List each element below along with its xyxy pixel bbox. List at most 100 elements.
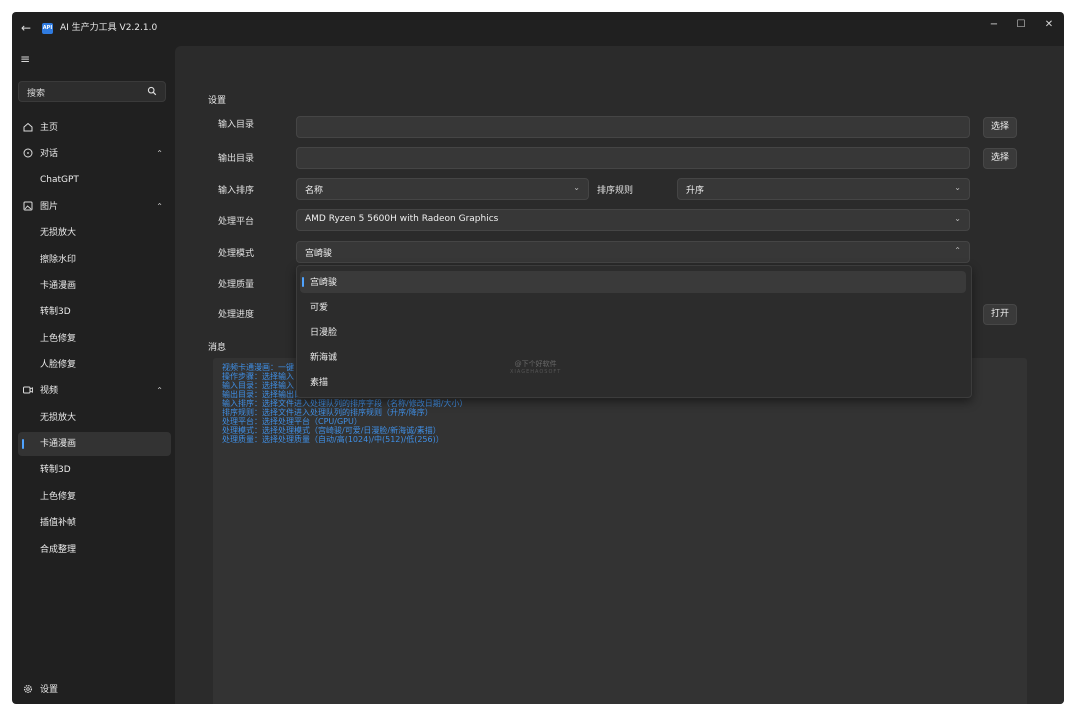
chevron-down-icon: ⌄ — [954, 183, 961, 192]
sidebar-item-label: 擦除水印 — [40, 255, 77, 265]
chevron-up-icon: ⌃ — [156, 149, 163, 158]
sidebar-item-image-colorize[interactable]: 上色修复 — [18, 327, 171, 351]
mode-dropdown-list: 宫崎骏 可爱 日漫脸 新海诚 素描 — [296, 265, 972, 398]
sidebar-item-image-watermark[interactable]: 擦除水印 — [18, 248, 171, 272]
sidebar-item-video-compose[interactable]: 合成整理 — [18, 538, 171, 562]
chevron-down-icon: ⌄ — [954, 214, 961, 223]
app-window: ← API AI 生产力工具 V2.2.1.0 − ☐ ✕ ≡ 搜索 主页 对话… — [12, 12, 1064, 704]
watermark-line: XIAGEHAOSOFT — [510, 369, 562, 375]
sidebar-group-video[interactable]: 视频 ⌃ — [18, 379, 171, 403]
sidebar-item-label: 插值补帧 — [40, 518, 77, 528]
sidebar-group-image[interactable]: 图片 ⌃ — [18, 195, 171, 219]
sidebar-item-label: 转制3D — [40, 465, 71, 475]
input-dir-label: 输入目录 — [218, 120, 255, 130]
home-icon — [23, 122, 33, 132]
quality-label: 处理质量 — [218, 280, 255, 290]
sidebar-group-label: 视频 — [40, 386, 59, 396]
search-input[interactable]: 搜索 — [18, 81, 166, 102]
input-dir-select-button[interactable]: 选择 — [983, 117, 1017, 138]
progress-label: 处理进度 — [218, 310, 255, 320]
mode-label: 处理模式 — [218, 249, 255, 259]
sidebar-item-video-cartoon[interactable]: 卡通漫画 — [18, 432, 171, 456]
sidebar-item-video-colorize[interactable]: 上色修复 — [18, 485, 171, 509]
sidebar-item-chatgpt[interactable]: ChatGPT — [18, 168, 171, 192]
message-line: 视频卡通漫画：一键 — [222, 363, 294, 372]
mode-value: 宫崎骏 — [305, 249, 333, 259]
platform-select[interactable]: AMD Ryzen 5 5600H with Radeon Graphics ⌄ — [296, 209, 970, 231]
sidebar-item-image-3d[interactable]: 转制3D — [18, 300, 171, 324]
sidebar-group-chat[interactable]: 对话 ⌃ — [18, 142, 171, 166]
input-sort-value: 名称 — [305, 186, 324, 196]
watermark-line: @下个好软件 — [514, 360, 557, 368]
output-dir-select-button[interactable]: 选择 — [983, 148, 1017, 169]
mode-option[interactable]: 可爱 — [300, 296, 966, 318]
sidebar-item-label: 上色修复 — [40, 334, 77, 344]
sort-rule-value: 升序 — [686, 186, 705, 196]
message-line: 处理平台：选择处理平台（CPU/GPU） — [222, 417, 362, 426]
sidebar-item-image-face[interactable]: 人脸修复 — [18, 353, 171, 377]
sidebar-item-video-upscale[interactable]: 无损放大 — [18, 406, 171, 430]
chat-icon — [23, 148, 33, 158]
mode-option[interactable]: 宫崎骏 — [300, 271, 966, 293]
sidebar-item-label: 卡通漫画 — [40, 281, 77, 291]
message-line: 操作步骤：选择输入 — [222, 372, 294, 381]
chevron-up-icon: ⌃ — [156, 202, 163, 211]
message-log: 视频卡通漫画：一键 操作步骤：选择输入 输入目录：选择输入 输出目录：选择输出目… — [213, 358, 1027, 704]
open-button[interactable]: 打开 — [983, 304, 1017, 325]
mode-option-label: 日漫脸 — [310, 328, 338, 338]
sidebar-item-video-3d[interactable]: 转制3D — [18, 458, 171, 482]
mode-select[interactable]: 宫崎骏 ⌃ — [296, 241, 970, 263]
messages-section-title: 消息 — [208, 343, 227, 353]
mode-option-label: 可爱 — [310, 303, 329, 313]
sidebar-item-label: 上色修复 — [40, 492, 77, 502]
input-sort-label: 输入排序 — [218, 186, 255, 196]
maximize-button[interactable]: ☐ — [1013, 17, 1029, 33]
input-dir-field[interactable] — [296, 116, 970, 138]
main-content: 设置 输入目录 选择 输出目录 选择 输入排序 名称 ⌄ 排序规则 升序 ⌄ 处… — [175, 46, 1064, 704]
sidebar-item-video-interpolate[interactable]: 插值补帧 — [18, 511, 171, 535]
sidebar-item-home[interactable]: 主页 — [18, 116, 171, 140]
watermark: @下个好软件 XIAGEHAOSOFT — [510, 360, 561, 376]
sidebar-item-label: 无损放大 — [40, 413, 77, 423]
close-button[interactable]: ✕ — [1041, 17, 1057, 33]
mode-option-label: 新海诚 — [310, 353, 338, 363]
minimize-button[interactable]: − — [986, 17, 1002, 33]
mode-option[interactable]: 日漫脸 — [300, 321, 966, 343]
output-dir-label: 输出目录 — [218, 154, 255, 164]
settings-section-title: 设置 — [208, 96, 227, 106]
hamburger-menu-icon[interactable]: ≡ — [20, 52, 30, 66]
output-dir-field[interactable] — [296, 147, 970, 169]
chevron-down-icon: ⌄ — [573, 183, 580, 192]
message-line: 输入目录：选择输入 — [222, 381, 294, 390]
search-icon — [147, 86, 157, 96]
mode-option[interactable]: 素描 — [300, 371, 966, 393]
search-placeholder: 搜索 — [27, 89, 46, 99]
platform-label: 处理平台 — [218, 217, 255, 227]
image-icon — [23, 201, 33, 211]
sort-rule-label: 排序规则 — [597, 186, 634, 196]
sidebar-item-image-upscale[interactable]: 无损放大 — [18, 221, 171, 245]
sidebar-item-image-cartoon[interactable]: 卡通漫画 — [18, 274, 171, 298]
chevron-up-icon: ⌃ — [954, 246, 961, 255]
message-line: 处理质量：选择处理质量（自动/高(1024)/中(512)/低(256)） — [222, 435, 444, 444]
mode-option-label: 素描 — [310, 378, 329, 388]
sort-rule-select[interactable]: 升序 ⌄ — [677, 178, 970, 200]
video-icon — [23, 386, 33, 394]
message-line: 输入排序：选择文件进入处理队列的排序字段（名称/修改日期/大小） — [222, 399, 468, 408]
input-sort-select[interactable]: 名称 ⌄ — [296, 178, 589, 200]
sidebar-item-label: 合成整理 — [40, 545, 77, 555]
sidebar: ≡ 搜索 主页 对话 ⌃ ChatGPT 图片 ⌃ 无损放大 擦除水印 卡通漫画… — [12, 12, 177, 704]
sidebar-item-label: 人脸修复 — [40, 360, 77, 370]
sidebar-item-label: 主页 — [40, 123, 59, 133]
gear-icon — [23, 684, 33, 694]
message-line: 处理模式：选择处理模式（宫崎骏/可爱/日漫脸/新海诚/素描） — [222, 426, 441, 435]
selection-indicator — [302, 277, 304, 287]
mode-option[interactable]: 新海诚 — [300, 346, 966, 368]
sidebar-group-label: 对话 — [40, 149, 59, 159]
message-line: 排序规则：选择文件进入处理队列的排序规则（升序/降序） — [222, 408, 433, 417]
mode-option-label: 宫崎骏 — [310, 278, 338, 288]
chevron-up-icon: ⌃ — [156, 386, 163, 395]
sidebar-item-label: 无损放大 — [40, 228, 77, 238]
sidebar-item-settings[interactable]: 设置 — [18, 678, 171, 702]
sidebar-item-label: 设置 — [40, 685, 59, 695]
